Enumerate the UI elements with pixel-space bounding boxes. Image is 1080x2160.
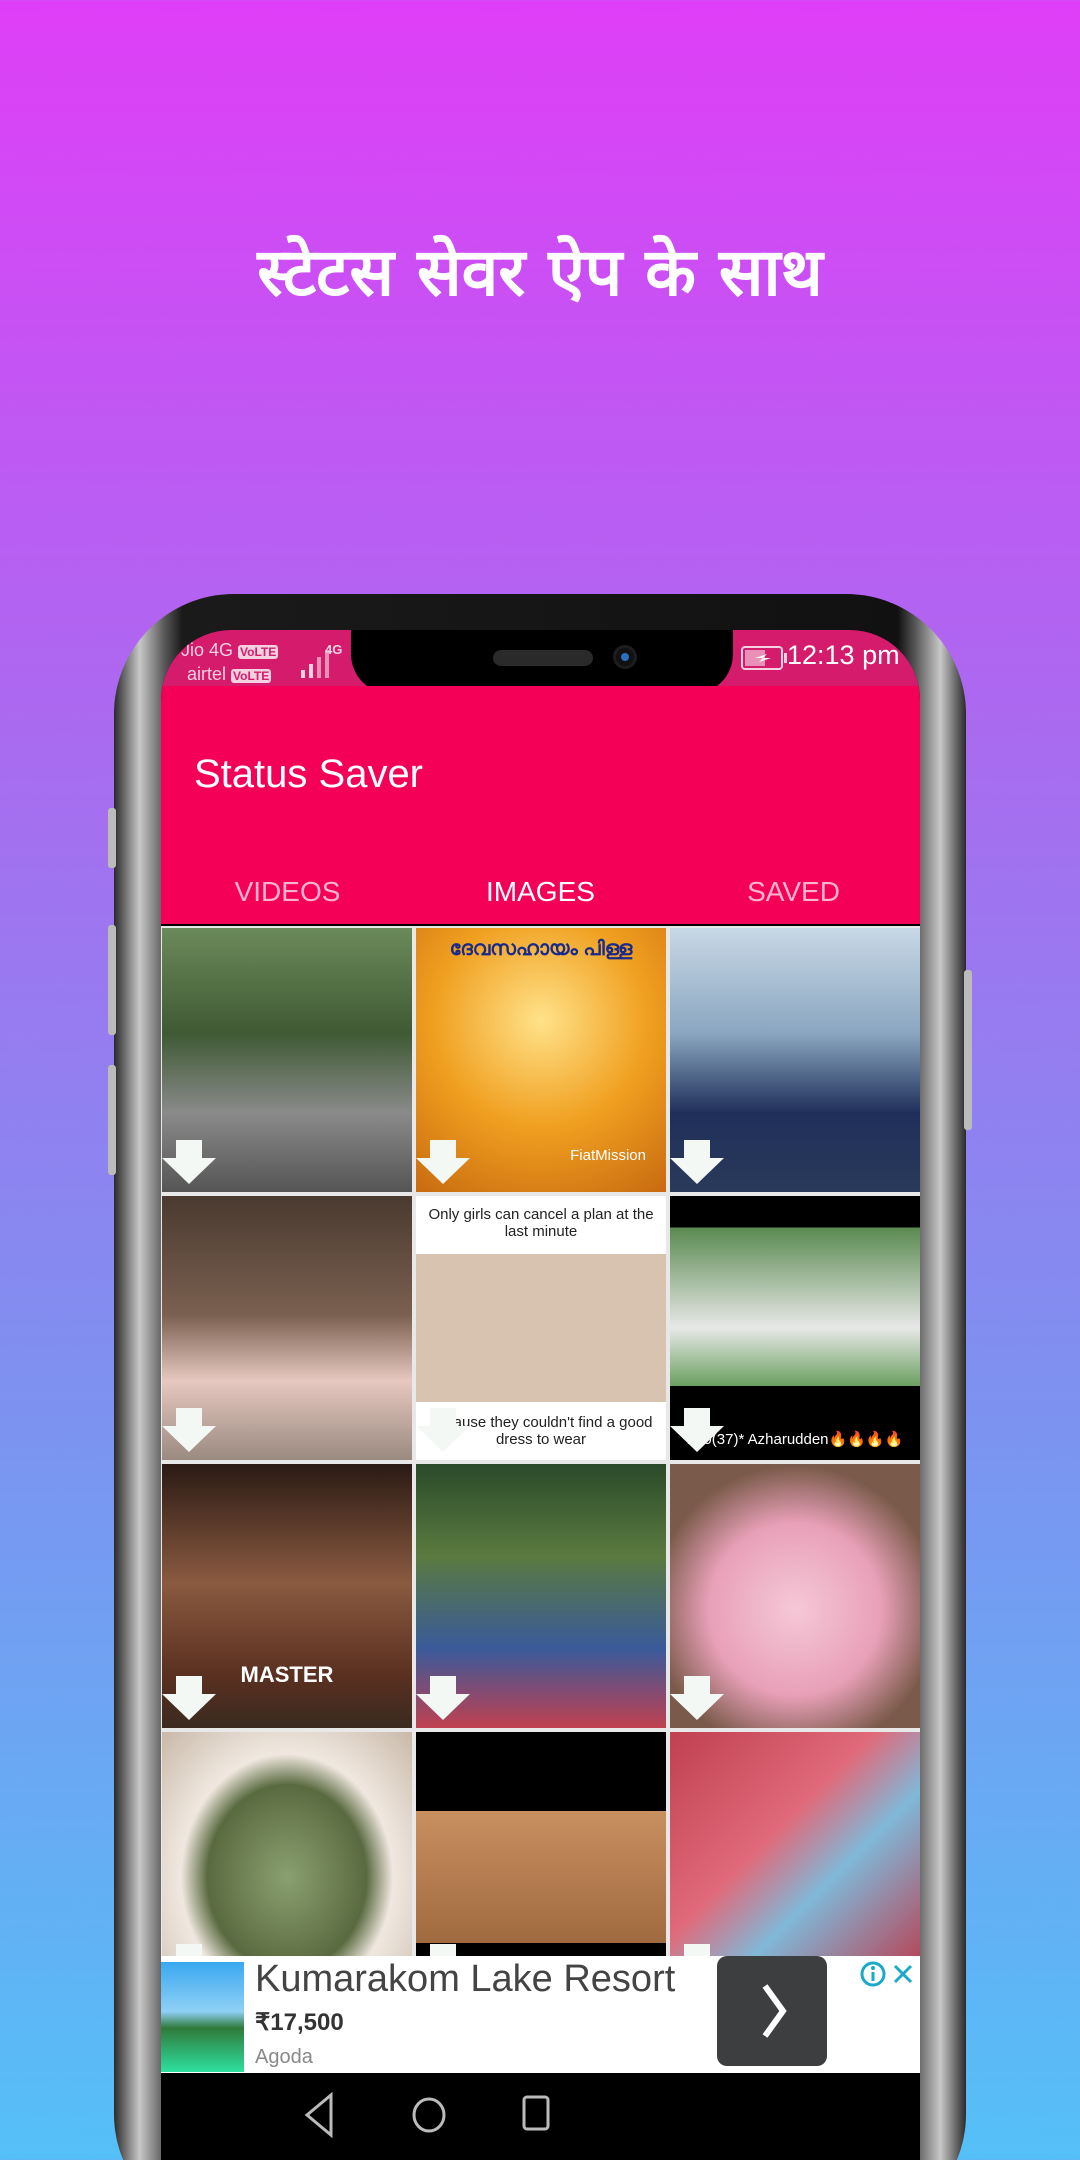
tab-images[interactable]: IMAGES [414,876,667,908]
status-image-tile[interactable] [162,1196,412,1460]
download-icon[interactable] [416,1140,470,1184]
status-image-tile[interactable]: MASTER [162,1464,412,1728]
ad-open-button[interactable] [717,1956,827,2066]
download-icon[interactable] [416,1408,470,1452]
tab-videos[interactable]: VIDEOS [161,876,414,908]
ad-banner[interactable]: Kumarakom Lake Resort ₹17,500 Agoda [161,1956,920,2073]
status-image-tile[interactable] [670,1732,920,1956]
status-image-tile[interactable] [670,1464,920,1728]
ad-image[interactable] [161,1962,244,2072]
download-icon[interactable] [416,1944,470,1956]
status-image-tile[interactable] [162,928,412,1192]
phone-button [964,970,972,1130]
status-image-tile[interactable]: ദേവസഹായം പിള്ള FiatMission [416,928,666,1192]
status-image-tile[interactable] [416,1464,666,1728]
volte-badge: VoLTE [231,669,272,683]
status-image-tile[interactable] [670,928,920,1192]
status-image-tile[interactable]: 100(37)* Azharudden🔥🔥🔥🔥 [670,1196,920,1460]
close-icon[interactable] [891,1962,915,1986]
app-bar: Status Saver VIDEOS IMAGES SAVED [161,686,920,962]
volte-badge: VoLTE [238,645,279,659]
status-image-tile[interactable] [162,1732,412,1956]
download-icon[interactable] [416,1676,470,1720]
image-caption-top: ദേവസഹായം പിള്ള [449,938,633,960]
chevron-right-icon [762,1984,787,2038]
battery-charging-icon [741,646,787,670]
download-icon[interactable] [670,1676,724,1720]
download-icon[interactable] [162,1944,216,1956]
ad-title[interactable]: Kumarakom Lake Resort [255,1958,675,2001]
headline: स्टेटस सेवर ऐप के साथ [257,234,823,311]
ad-price: ₹17,500 [255,2009,344,2036]
network-type: 4G [325,642,343,657]
camera [613,645,637,669]
phone-screen: Jio 4G VoLTE airtel VoLTE 4G 12:13 pm St… [161,630,920,2160]
info-icon[interactable] [859,1960,887,1988]
phone-button [108,925,116,1035]
phone-button [108,808,116,868]
speaker [493,650,593,666]
ad-source: Agoda [255,2046,313,2068]
phone-button [108,1065,116,1175]
tab-saved[interactable]: SAVED [667,876,920,908]
home-icon[interactable] [409,2089,449,2141]
download-icon[interactable] [670,1140,724,1184]
status-bar: Jio 4G VoLTE airtel VoLTE 4G 12:13 pm [161,630,920,694]
download-icon[interactable] [162,1408,216,1452]
status-image-tile[interactable]: Only girls can cancel a plan at the last… [416,1196,666,1460]
download-icon[interactable] [162,1676,216,1720]
image-grid[interactable]: ദേവസഹായം പിള്ള FiatMission Only girls can … [161,926,920,1956]
recents-icon[interactable] [516,2089,556,2141]
clock: 12:13 pm [787,640,900,670]
notch [351,630,733,694]
status-image-tile[interactable] [416,1732,666,1956]
carrier-2: airtel VoLTE [187,664,272,684]
download-icon[interactable] [670,1944,724,1956]
image-caption-top: Only girls can cancel a plan at the last… [428,1206,654,1240]
app-title: Status Saver [194,752,424,796]
download-icon[interactable] [670,1408,724,1452]
carrier-1: Jio 4G VoLTE [181,640,279,660]
back-icon[interactable] [301,2089,341,2141]
navigation-bar [161,2073,920,2160]
download-icon[interactable] [162,1140,216,1184]
